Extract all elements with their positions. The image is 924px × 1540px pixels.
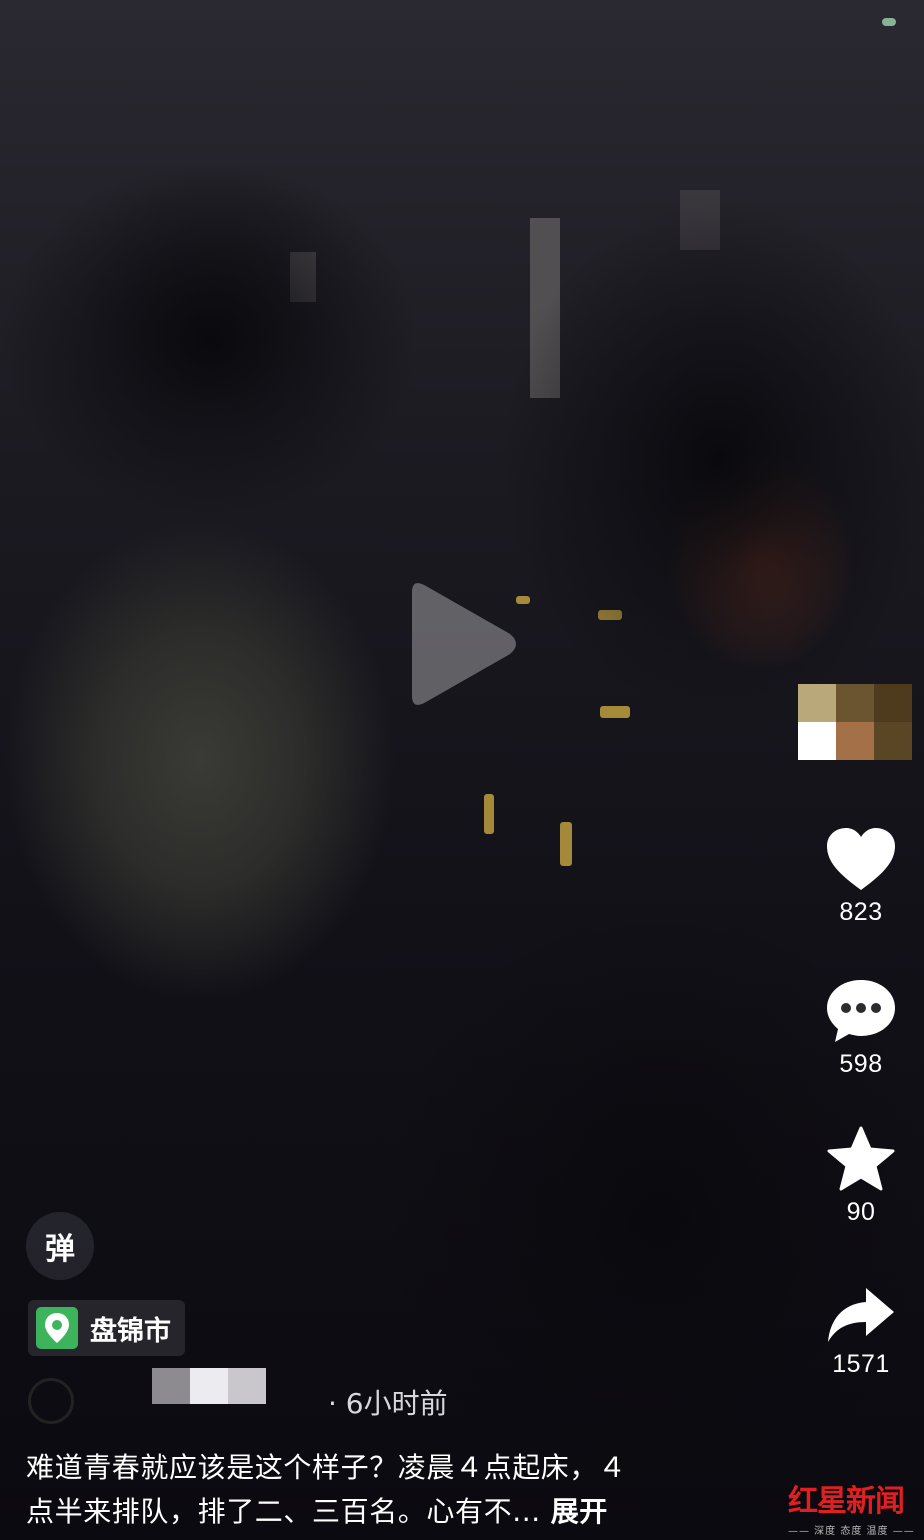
author-name-mosaic[interactable] <box>228 1368 266 1404</box>
like-count: 823 <box>839 898 883 926</box>
author-name-mosaic[interactable] <box>152 1368 190 1404</box>
favorite-button[interactable]: 90 <box>800 1126 922 1227</box>
post-time: · 6小时前 <box>328 1387 448 1420</box>
location-name: 盘锦市 <box>90 1315 171 1347</box>
heart-icon <box>827 828 895 890</box>
star-icon <box>827 1126 895 1191</box>
comment-count: 598 <box>839 1050 883 1078</box>
share-arrow-icon <box>828 1288 894 1342</box>
caption-line: 点半来排队，排了二、三百名。心有不... <box>26 1495 541 1528</box>
railing-post <box>600 706 630 718</box>
play-icon <box>412 583 516 705</box>
avatar-mosaic <box>836 684 874 722</box>
share-button[interactable]: 1571 <box>800 1286 922 1379</box>
favorite-count: 90 <box>846 1198 876 1226</box>
watermark-slogan: —— 深度 态度 温度 —— <box>788 1526 915 1537</box>
status-dot <box>882 18 896 26</box>
crowd-shadow <box>0 160 420 520</box>
expand-caption-button[interactable]: 展开 <box>551 1495 608 1528</box>
watermark: 红星新闻 —— 深度 态度 温度 —— <box>788 1476 920 1537</box>
post-meta: · 6小时前 <box>28 1368 628 1428</box>
caption-line: 难道青春就应该是这个样子？凌晨４点起床，４ <box>26 1451 627 1484</box>
avatar-mosaic <box>874 722 912 760</box>
like-button[interactable]: 823 <box>800 826 922 927</box>
avatar-mosaic <box>874 684 912 722</box>
play-button[interactable] <box>402 574 522 714</box>
user-avatar[interactable] <box>798 684 912 760</box>
author-name-mosaic[interactable] <box>190 1368 228 1404</box>
avatar-mosaic <box>798 722 836 760</box>
share-count: 1571 <box>832 1350 890 1378</box>
avatar-mosaic <box>836 722 874 760</box>
railing-post <box>484 794 494 834</box>
watermark-logo: 红星新闻 <box>788 1484 905 1519</box>
danmu-toggle-button[interactable]: 弹 <box>26 1212 94 1280</box>
post-caption: 难道青春就应该是这个样子？凌晨４点起床，４ 点半来排队，排了二、三百名。心有不.… <box>26 1446 716 1534</box>
location-pin-icon <box>36 1307 78 1349</box>
author-avatar-ring[interactable] <box>28 1378 74 1424</box>
location-tag[interactable]: 盘锦市 <box>28 1300 185 1356</box>
danmu-label: 弹 <box>45 1232 75 1267</box>
railing-post <box>560 822 572 866</box>
avatar-mosaic <box>798 684 836 722</box>
comment-bubble-icon <box>827 980 895 1042</box>
comment-button[interactable]: 598 <box>800 978 922 1079</box>
crowd-shadow <box>500 200 924 720</box>
